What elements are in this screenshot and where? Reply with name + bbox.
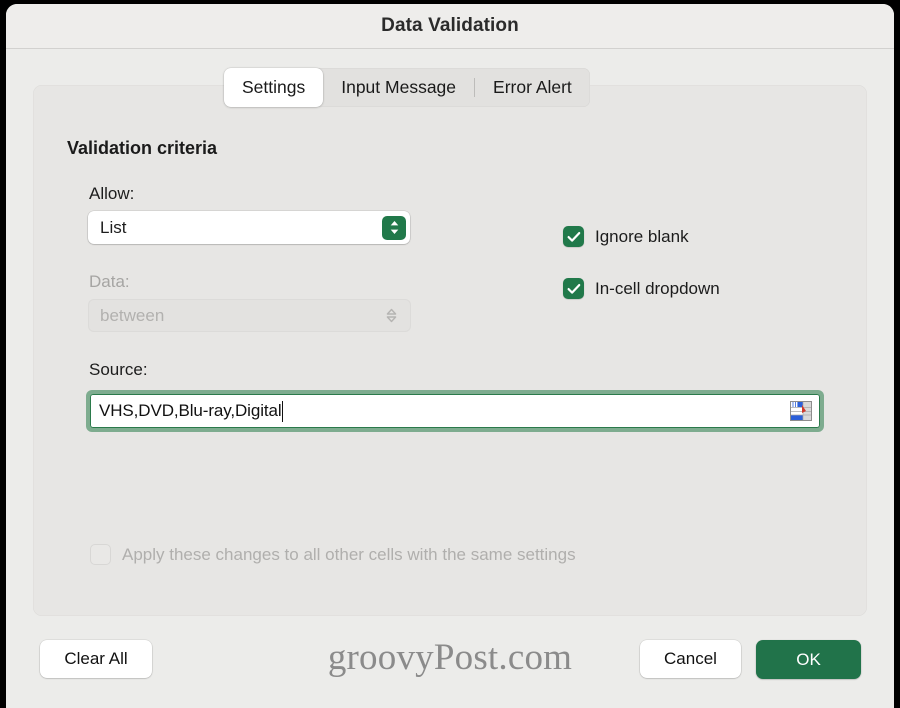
in-cell-dropdown-checkbox[interactable] (563, 278, 584, 299)
data-dropdown-value: between (100, 305, 165, 325)
tab-bar: Settings Input Message Error Alert (224, 68, 590, 107)
tab-input-message[interactable]: Input Message (323, 68, 474, 107)
data-validation-dialog: Data Validation Validation criteria Allo… (6, 4, 894, 708)
source-input[interactable]: VHS,DVD,Blu-ray,Digital (90, 394, 820, 428)
settings-panel: Validation criteria Allow: List Data: be… (33, 85, 867, 616)
ignore-blank-checkbox-row[interactable]: Ignore blank (563, 226, 689, 247)
ignore-blank-label: Ignore blank (595, 226, 689, 246)
check-icon (567, 283, 580, 294)
chevron-up-down-icon (382, 215, 406, 240)
dialog-titlebar: Data Validation (6, 4, 894, 49)
in-cell-dropdown-checkbox-row[interactable]: In-cell dropdown (563, 278, 720, 299)
watermark: groovyPost.com (327, 637, 573, 678)
range-selector-icon[interactable] (790, 401, 812, 421)
text-caret (281, 400, 284, 422)
in-cell-dropdown-label: In-cell dropdown (595, 278, 720, 298)
apply-all-label: Apply these changes to all other cells w… (122, 544, 576, 564)
allow-label: Allow: (89, 184, 135, 203)
tab-settings-label: Settings (242, 77, 306, 97)
tab-error-alert-label: Error Alert (493, 77, 572, 97)
data-label: Data: (89, 272, 130, 291)
check-icon (567, 231, 580, 242)
source-input-value: VHS,DVD,Blu-ray,Digital (99, 401, 282, 420)
allow-dropdown-value: List (100, 217, 127, 237)
tab-input-message-label: Input Message (341, 77, 457, 97)
source-label: Source: (89, 360, 148, 379)
chevron-up-down-icon (379, 304, 403, 328)
ignore-blank-checkbox[interactable] (563, 226, 584, 247)
dialog-title: Data Validation (381, 15, 519, 36)
tab-error-alert[interactable]: Error Alert (475, 68, 590, 107)
apply-all-checkbox (90, 544, 111, 565)
data-dropdown: between (88, 299, 411, 332)
apply-all-checkbox-row: Apply these changes to all other cells w… (90, 544, 576, 565)
source-field-focus-ring: VHS,DVD,Blu-ray,Digital (86, 390, 824, 432)
allow-dropdown[interactable]: List (88, 211, 410, 244)
validation-criteria-heading: Validation criteria (67, 138, 218, 158)
tab-settings[interactable]: Settings (224, 68, 324, 107)
